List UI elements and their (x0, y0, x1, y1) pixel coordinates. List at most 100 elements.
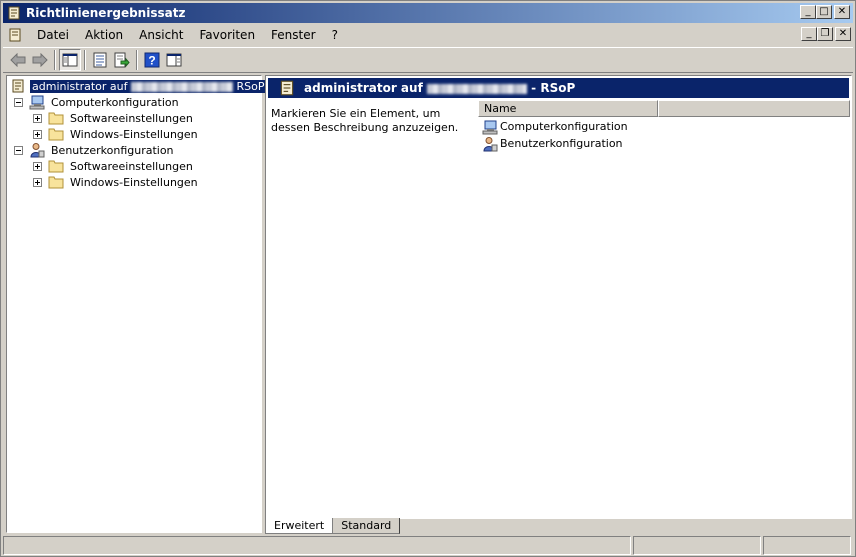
show-hide-action-pane-button[interactable] (163, 49, 185, 71)
list-item-computer[interactable]: Computerkonfiguration (482, 118, 628, 135)
close-icon: ✕ (838, 28, 848, 39)
tree-item-computer-software[interactable]: Softwareeinstellungen (33, 110, 195, 126)
tree-label-windows: Windows-Einstellungen (70, 127, 198, 141)
tree-item-computer[interactable]: Computerkonfiguration (14, 94, 181, 110)
tree-label-software: Softwareeinstellungen (70, 111, 193, 125)
properties-button[interactable] (89, 49, 111, 71)
properties-icon (93, 52, 107, 68)
help-button[interactable]: ? (141, 49, 163, 71)
status-cell-2 (633, 536, 761, 555)
export-list-icon (114, 52, 130, 68)
user-icon (483, 136, 498, 151)
close-button[interactable]: ✕ (834, 5, 850, 19)
toolbar-separator (84, 50, 86, 70)
menu-ansicht[interactable]: Ansicht (131, 28, 191, 42)
column-header-name-label: Name (484, 102, 517, 115)
tree-item-root[interactable]: administrator auf RSoP (10, 78, 267, 94)
window-controls: _ □ ✕ (800, 5, 850, 19)
expand-icon[interactable] (33, 129, 42, 139)
title-bar[interactable]: Richtlinienergebnissatz _ □ ✕ (3, 3, 853, 23)
computer-icon (29, 95, 45, 110)
details-header-title: administrator auf - RSoP (304, 81, 575, 95)
folder-icon (48, 112, 64, 125)
mdi-close-button[interactable]: ✕ (835, 27, 851, 41)
show-hide-tree-button[interactable] (59, 49, 81, 71)
minimize-icon: _ (805, 6, 811, 17)
tree-label-software: Softwareeinstellungen (70, 159, 193, 173)
tree-root-label-prefix: administrator auf (32, 79, 128, 93)
list-item-user[interactable]: Benutzerkonfiguration (482, 135, 623, 152)
folder-icon (48, 160, 64, 173)
column-header-empty[interactable] (658, 100, 850, 117)
details-header-prefix: administrator auf (304, 81, 423, 95)
back-button[interactable] (7, 49, 29, 71)
tree-root-label-suffix: RSoP (236, 79, 265, 93)
mdi-document-icon[interactable] (7, 27, 23, 43)
computer-icon (482, 120, 498, 134)
minimize-button[interactable]: _ (800, 5, 816, 19)
mdi-minimize-button[interactable]: _ (801, 27, 817, 41)
toolbar-separator (54, 50, 56, 70)
show-hide-action-pane-icon (166, 53, 182, 67)
tab-standard[interactable]: Standard (333, 518, 401, 534)
tree-label-user: Benutzerkonfiguration (51, 143, 174, 157)
forward-arrow-icon (32, 53, 48, 67)
menu-favoriten[interactable]: Favoriten (191, 28, 263, 42)
tab-erweitert-label: Erweitert (274, 519, 325, 532)
menu-help[interactable]: ? (324, 28, 346, 42)
mdi-controls: _ ❐ ✕ (801, 27, 851, 41)
menu-datei[interactable]: Datei (29, 28, 77, 42)
rsop-document-icon (12, 79, 24, 93)
list-item-label: Benutzerkonfiguration (500, 137, 623, 150)
scroll-document-icon (280, 80, 294, 96)
toolbar: ? (3, 47, 853, 73)
collapse-icon[interactable] (14, 145, 23, 155)
column-header-name[interactable]: Name (478, 100, 658, 117)
tab-standard-label: Standard (341, 519, 392, 532)
tree-label-computer: Computerkonfiguration (51, 95, 179, 109)
expand-icon[interactable] (33, 177, 42, 187)
details-header-suffix: - RSoP (531, 81, 576, 95)
close-icon: ✕ (837, 6, 847, 17)
collapse-icon[interactable] (14, 97, 23, 107)
show-hide-tree-icon (62, 53, 78, 67)
application-window: Richtlinienergebnissatz _ □ ✕ Datei Akti… (0, 0, 856, 557)
status-cell-3 (763, 536, 851, 555)
menu-fenster[interactable]: Fenster (263, 28, 324, 42)
console-tree[interactable]: administrator auf RSoP Computerkonfigura… (6, 75, 267, 533)
menu-aktion[interactable]: Aktion (77, 28, 131, 42)
tab-erweitert[interactable]: Erweitert (265, 518, 334, 534)
forward-button[interactable] (29, 49, 51, 71)
svg-text:?: ? (148, 54, 155, 68)
folder-icon (48, 176, 64, 189)
maximize-icon: □ (819, 6, 829, 17)
folder-icon (48, 128, 64, 141)
description-text: Markieren Sie ein Element, um dessen Bes… (271, 107, 459, 134)
restore-icon: ❐ (820, 28, 830, 39)
export-list-button[interactable] (111, 49, 133, 71)
scroll-document-icon (8, 6, 20, 20)
toolbar-separator (136, 50, 138, 70)
maximize-button[interactable]: □ (816, 5, 832, 19)
tree-item-computer-windows[interactable]: Windows-Einstellungen (33, 126, 200, 142)
expand-icon[interactable] (33, 113, 42, 123)
mdi-restore-button[interactable]: ❐ (817, 27, 833, 41)
status-cell-main (3, 536, 631, 555)
help-icon: ? (144, 52, 160, 68)
tree-item-user-software[interactable]: Softwareeinstellungen (33, 158, 195, 174)
status-bar (3, 536, 853, 555)
window-title: Richtlinienergebnissatz (26, 6, 186, 20)
minimize-icon: _ (806, 28, 812, 39)
user-icon (30, 143, 45, 158)
redacted-hostname (426, 83, 527, 94)
list-header: Name (478, 100, 850, 117)
redacted-hostname (130, 81, 233, 92)
details-pane: administrator auf - RSoP Markieren Sie e… (265, 75, 852, 519)
tree-item-user-windows[interactable]: Windows-Einstellungen (33, 174, 200, 190)
menu-bar: Datei Aktion Ansicht Favoriten Fenster ?… (3, 25, 853, 45)
list-item-label: Computerkonfiguration (500, 120, 628, 133)
expand-icon[interactable] (33, 161, 42, 171)
view-tabs: Erweitert Standard (265, 518, 401, 534)
details-header: administrator auf - RSoP (268, 78, 849, 98)
tree-item-user[interactable]: Benutzerkonfiguration (14, 142, 176, 158)
